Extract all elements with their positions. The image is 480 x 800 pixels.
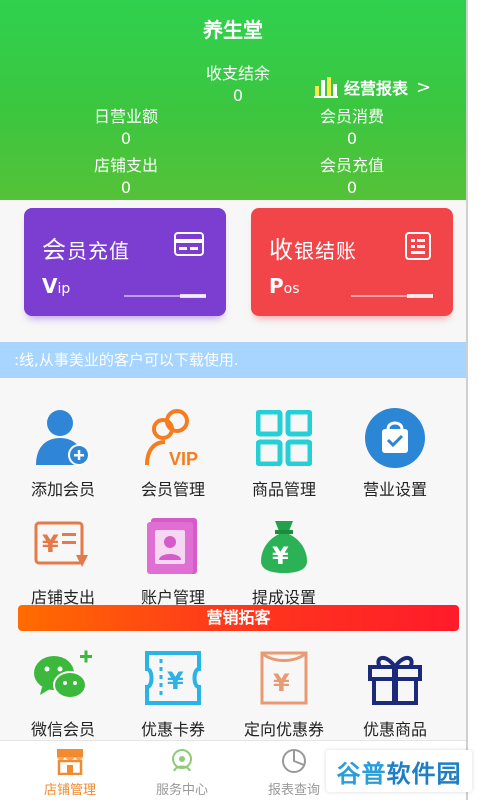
checkout-card-title: 收银结账 [269,236,357,264]
app-screen: 养生堂 收支结余 0 经营报表 > 日营业额 0 会员消费 0 店铺支出 0 会… [0,0,480,800]
card-decor-line [351,294,433,298]
svg-text:¥: ¥ [273,669,290,697]
wechat-icon [34,650,92,699]
daily-revenue-value: 0 [120,129,132,148]
product-manage-item[interactable]: 商品管理 [229,406,339,500]
header-summary: 养生堂 收支结余 0 经营报表 > 日营业额 0 会员消费 0 店铺支出 0 会… [0,0,466,200]
recharge-card-title: 会员充值 [42,236,130,264]
targeted-coupons-label: 定向优惠券 [243,720,324,739]
svg-text:¥: ¥ [272,542,289,570]
tab-store-management[interactable]: 店铺管理 [12,745,128,798]
vip-member-icon: VIP [145,409,198,469]
member-manage-item[interactable]: VIP 会员管理 [118,406,228,500]
member-recharge-card[interactable]: 会员充值 Vip [24,208,226,316]
commission-settings-item[interactable]: ¥ 提成设置 [229,514,339,608]
coupons-item[interactable]: ¥ 优惠卡券 [118,646,228,740]
member-recharge-value: 0 [346,178,358,197]
add-user-icon [36,410,90,466]
pos-label: Pos [269,274,300,298]
tab-service-label: 服务中心 [155,783,208,798]
store-icon [57,749,83,775]
balance-label: 收支结余 [205,64,270,83]
balance-stat[interactable]: 收支结余 0 [183,60,293,105]
right-edge-divider [466,0,480,800]
wechat-member-label: 微信会员 [30,720,95,739]
member-manage-label: 会员管理 [140,480,205,499]
add-member-item[interactable]: 添加会员 [8,406,118,500]
gift-icon [368,656,422,705]
daily-revenue-stat[interactable]: 日营业额 0 [80,103,172,148]
member-recharge-stat[interactable]: 会员充值 0 [306,152,398,197]
pie-chart-icon [282,749,306,773]
coupons-label: 优惠卡券 [140,720,205,739]
bar-chart-icon [314,77,338,98]
member-spend-stat[interactable]: 会员消费 0 [306,103,398,148]
ticket-icon: ¥ [145,651,201,705]
receipt-icon [405,232,431,260]
site-watermark: 谷普 软件园 [326,750,472,792]
svg-text:¥: ¥ [42,530,59,558]
add-member-label: 添加会员 [30,480,95,499]
report-label: 经营报表 [344,79,409,98]
promo-products-label: 优惠商品 [362,720,427,739]
contact-book-icon [147,518,197,574]
business-report-link[interactable]: 经营报表 > [314,74,431,100]
grid-icon [256,410,312,466]
money-bag-icon: ¥ [261,521,307,573]
card-icon [174,232,204,256]
store-expense-label: 店铺支出 [93,156,158,175]
business-settings-item[interactable]: 营业设置 [340,406,450,500]
notice-marquee: :线,从事美业的客户可以下载使用. [0,342,466,378]
member-spend-value: 0 [346,129,358,148]
account-manage-item[interactable]: 账户管理 [118,514,228,608]
tab-reports-label: 报表查询 [267,783,320,798]
card-decor-line [124,294,206,298]
product-manage-label: 商品管理 [251,480,316,499]
shopping-bag-icon [365,408,425,468]
svg-text:VIP: VIP [169,449,198,469]
member-spend-label: 会员消费 [319,107,384,126]
business-settings-label: 营业设置 [362,480,427,499]
targeted-coupons-item[interactable]: ¥ 定向优惠券 [229,646,339,740]
svg-text:¥: ¥ [167,667,184,695]
store-expense-stat[interactable]: 店铺支出 0 [80,152,172,197]
promo-products-item[interactable]: 优惠商品 [340,646,450,740]
marketing-section-banner: 营销拓客 [18,605,459,631]
checkout-card[interactable]: 收银结账 Pos [251,208,453,316]
balance-value: 0 [232,86,244,105]
daily-revenue-label: 日营业额 [93,107,158,126]
tab-service-center[interactable]: 服务中心 [124,745,240,798]
wechat-member-item[interactable]: 微信会员 [8,646,118,740]
store-title: 养生堂 [203,18,263,42]
headset-service-icon [172,749,192,772]
store-expense-value: 0 [120,178,132,197]
bill-icon: ¥ [34,521,88,567]
voucher-icon: ¥ [260,651,308,705]
member-recharge-label: 会员充值 [319,156,384,175]
tab-store-label: 店铺管理 [43,783,96,798]
store-expense-item[interactable]: ¥ 店铺支出 [8,514,118,608]
chevron-right-icon: > [416,76,432,98]
vip-label: Vip [42,274,71,298]
